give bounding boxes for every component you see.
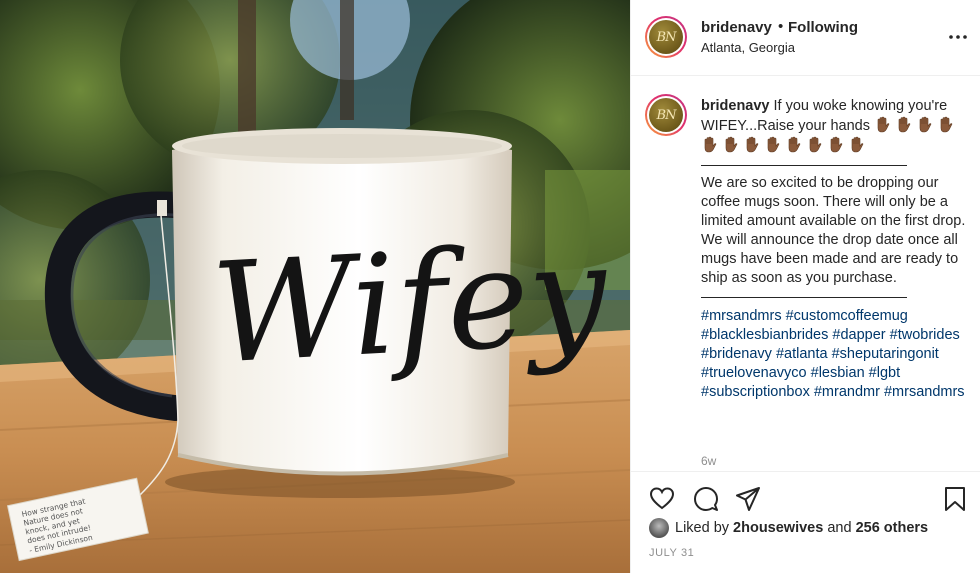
hashtag-link[interactable]: #mrandmr: [814, 384, 880, 400]
following-button[interactable]: Following: [788, 19, 858, 36]
post-location[interactable]: Atlanta, Georgia: [701, 40, 795, 55]
caption-divider-bottom: [701, 297, 907, 298]
raised-hand-emoji: [725, 136, 738, 153]
hashtag-link[interactable]: #blacklesbianbrides: [701, 327, 828, 343]
author-avatar[interactable]: BN: [645, 16, 687, 58]
raised-hand-emoji: [898, 116, 911, 133]
caption-avatar[interactable]: BN: [645, 94, 687, 136]
raised-hand-emoji: [830, 136, 843, 153]
hashtag-link[interactable]: #dapper: [832, 327, 885, 343]
hashtag-link[interactable]: #truelovenavyco: [701, 365, 807, 381]
raised-hand-emoji: [809, 136, 822, 153]
raised-hand-emoji: [704, 136, 717, 153]
photo-illustration: Wifey How strange that Nature does not k…: [0, 0, 630, 573]
likes-and: and: [827, 520, 852, 536]
hashtag-link[interactable]: #sheputaringonit: [832, 346, 939, 362]
raised-hand-emoji: [767, 136, 780, 153]
raised-hand-emoji: [851, 136, 864, 153]
post-side-panel: BN bridenavy • Following Atlanta, Georgi…: [630, 0, 980, 573]
hashtag-link[interactable]: #lesbian: [811, 365, 865, 381]
liker-avatar[interactable]: [649, 518, 669, 538]
caption-text: bridenavy If you woke knowing you're WIF…: [701, 97, 973, 402]
caption-area: BN bridenavy If you woke knowing you're …: [631, 77, 980, 471]
post-actions: Liked by 2housewives and 256 others JULY…: [631, 471, 980, 573]
hashtag-link[interactable]: #twobrides: [890, 327, 960, 343]
likes-prefix: Liked by: [675, 520, 730, 536]
hashtag-link[interactable]: #subscriptionbox: [701, 384, 810, 400]
caption-username[interactable]: bridenavy: [701, 98, 770, 114]
hashtag-link[interactable]: #atlanta: [776, 346, 828, 362]
paper-plane-icon[interactable]: [735, 486, 761, 512]
hashtag-link[interactable]: #lgbt: [869, 365, 900, 381]
raised-hand-emoji: [788, 136, 801, 153]
likes-others-button[interactable]: 256 others: [856, 520, 929, 536]
hashtag-link[interactable]: #mrsandmrs: [701, 308, 782, 324]
raised-hand-emoji: [919, 116, 932, 133]
raised-hand-emoji: [877, 116, 890, 133]
caption-avatar-initials: BN: [656, 107, 677, 123]
post-header: BN bridenavy • Following Atlanta, Georgi…: [631, 0, 980, 76]
caption-age: 6w: [701, 454, 717, 468]
hashtag-link[interactable]: #customcoffeemug: [786, 308, 908, 324]
avatar-initials: BN: [656, 29, 677, 45]
comment-icon[interactable]: [693, 486, 719, 512]
header-separator: •: [778, 18, 784, 35]
author-username[interactable]: bridenavy: [701, 19, 772, 36]
likes-summary: Liked by 2housewives and 256 others: [649, 518, 928, 538]
raised-hand-emoji: [746, 136, 759, 153]
post-photo[interactable]: Wifey How strange that Nature does not k…: [0, 0, 630, 573]
hashtag-list: #mrsandmrs #customcoffeemug #blacklesbia…: [701, 307, 973, 402]
post-date[interactable]: JULY 31: [649, 547, 694, 559]
raised-hand-emoji: [940, 116, 953, 133]
caption-body: We are so excited to be dropping our cof…: [701, 175, 966, 286]
caption-divider-top: [701, 165, 907, 166]
hashtag-link[interactable]: #mrsandmrs: [884, 384, 965, 400]
heart-icon[interactable]: [649, 486, 675, 512]
more-horizontal-icon[interactable]: [947, 26, 969, 48]
bookmark-icon[interactable]: [942, 486, 968, 512]
hashtag-link[interactable]: #bridenavy: [701, 346, 772, 362]
instagram-post: Wifey How strange that Nature does not k…: [0, 0, 980, 573]
liker-username[interactable]: 2housewives: [733, 520, 823, 536]
mug-lettering: Wifey: [208, 213, 612, 395]
